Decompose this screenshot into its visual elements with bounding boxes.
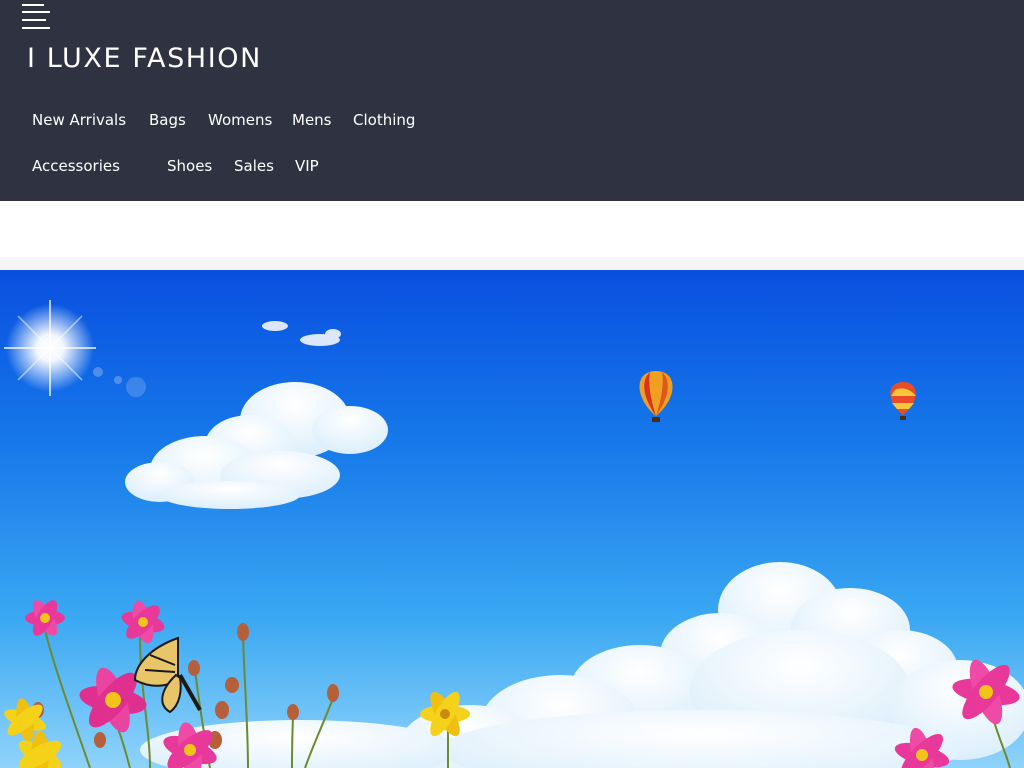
nav-item-womens[interactable]: Womens bbox=[208, 110, 272, 130]
nav-item-bags[interactable]: Bags bbox=[149, 110, 186, 130]
nav-item-shoes[interactable]: Shoes bbox=[167, 156, 212, 176]
nav-item-sales[interactable]: Sales bbox=[234, 156, 274, 176]
nav-item-accessories[interactable]: Accessories bbox=[32, 156, 120, 176]
nav-item-clothing[interactable]: Clothing bbox=[353, 110, 415, 130]
nav-item-vip[interactable]: VIP bbox=[295, 156, 319, 176]
nav-item-new-arrivals[interactable]: New Arrivals bbox=[32, 110, 126, 130]
site-header: I LUXE FASHION New Arrivals Bags Womens … bbox=[0, 0, 1024, 201]
nav-item-mens[interactable]: Mens bbox=[292, 110, 332, 130]
header-spacer bbox=[0, 201, 1024, 270]
hero-image bbox=[0, 270, 1024, 768]
hamburger-menu-icon[interactable] bbox=[22, 2, 52, 30]
site-title[interactable]: I LUXE FASHION bbox=[27, 43, 262, 75]
hero-banner bbox=[0, 270, 1024, 768]
